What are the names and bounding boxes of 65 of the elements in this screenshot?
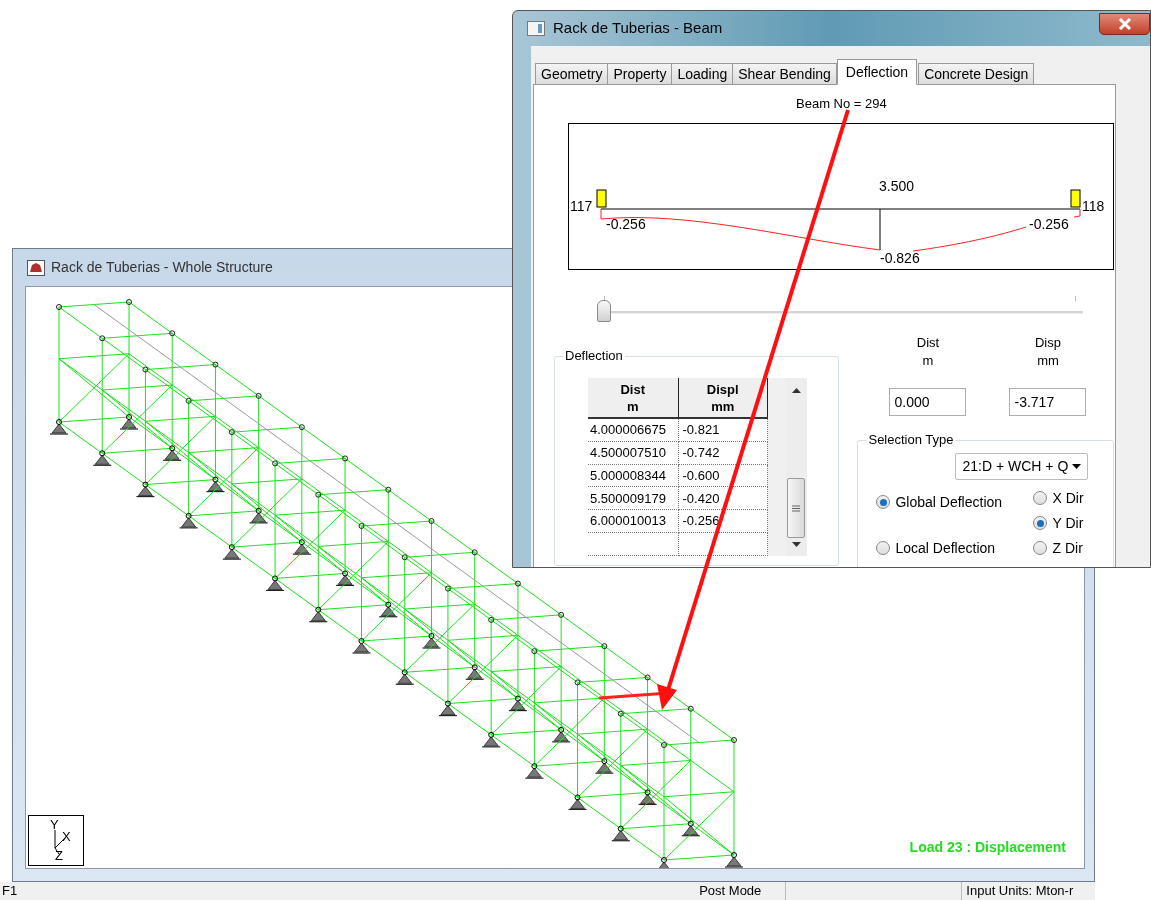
status-text: F1 [2,882,18,900]
table-cell: 5.500009179 [588,486,678,510]
close-icon [1117,18,1132,30]
slider-thumb[interactable] [597,300,611,322]
table-cell: -0.600 [678,464,768,487]
field-label: Disp mm [1034,334,1061,370]
radio-button[interactable] [1033,541,1048,555]
node-label: 117 [570,198,593,214]
support-marker [1070,189,1081,208]
table-cell: 6.000010013 [588,509,678,533]
beam-label: Beam No = 294 [796,95,888,112]
tab[interactable]: Concrete Design [918,63,1035,85]
deflection-value: -0.256 [606,216,646,232]
radio-option[interactable]: Global Deflection [876,492,1034,512]
radio-button[interactable] [1033,516,1048,530]
caret-icon [1072,464,1082,469]
table-cell: 4.000006675 [588,418,678,442]
radio-button[interactable] [876,541,891,555]
tab[interactable]: Property [607,63,673,85]
scroll-up-icon[interactable] [792,388,801,393]
input-field[interactable]: -3.717 [1009,388,1087,416]
max-marker-line [879,208,881,251]
tab[interactable]: Loading [671,63,734,85]
radio-option[interactable]: X Dir [1033,488,1084,508]
radio-label: Local Deflection [895,539,996,558]
status-text: Post Mode [699,882,762,900]
node-label: 118 [1082,198,1105,214]
field-label: Dist m [916,334,940,370]
group-title: Selection Type [866,432,956,448]
tab[interactable]: Shear Bending [732,63,837,85]
window-title: Rack de Tuberias - Whole Structure [51,258,273,277]
position-label: 3.500 [879,178,915,194]
load-label: Load 23 : Displacement [909,838,1066,857]
load-case-dropdown[interactable]: 21:D + WCH + Q [955,453,1089,480]
table-cell: 5.000008344 [588,464,678,487]
deflection-value: -0.826 [880,250,920,266]
radio-label: Y Dir [1052,514,1084,533]
radio-option[interactable]: Local Deflection [876,538,1034,558]
position-slider[interactable] [597,296,1083,322]
deflection-value: -0.256 [1029,216,1069,232]
axis-label: Z [55,848,63,863]
radio-label: Global Deflection [895,493,1003,512]
column-header: Displ mm [678,378,768,419]
scroll-down-icon[interactable] [792,542,801,547]
table-cell: 4.500007510 [588,441,678,464]
table-cell: -0.742 [678,441,768,464]
radio-button[interactable] [1033,491,1048,505]
input-field[interactable]: 0.000 [889,388,967,416]
tab[interactable]: Deflection [836,59,918,85]
close-button[interactable] [1099,13,1150,35]
column-header: Dist m [588,378,678,419]
tab[interactable]: Geometry [535,63,609,85]
scroll-thumb[interactable] [787,478,805,538]
radio-label: Z Dir [1052,539,1083,558]
dropdown-value: 21:D + WCH + Q [962,457,1069,476]
support-marker [596,189,607,208]
radio-option[interactable]: Y Dir [1033,513,1084,533]
radio-button[interactable] [876,495,891,509]
radio-label: X Dir [1052,489,1084,508]
axis-label: Y [50,817,59,832]
window-icon [527,21,545,36]
status-text: Input Units: Mton-r [966,882,1074,900]
radio-option[interactable]: Z Dir [1033,538,1084,558]
dialog-title: Rack de Tuberias - Beam [553,18,723,39]
app-icon [27,259,45,276]
